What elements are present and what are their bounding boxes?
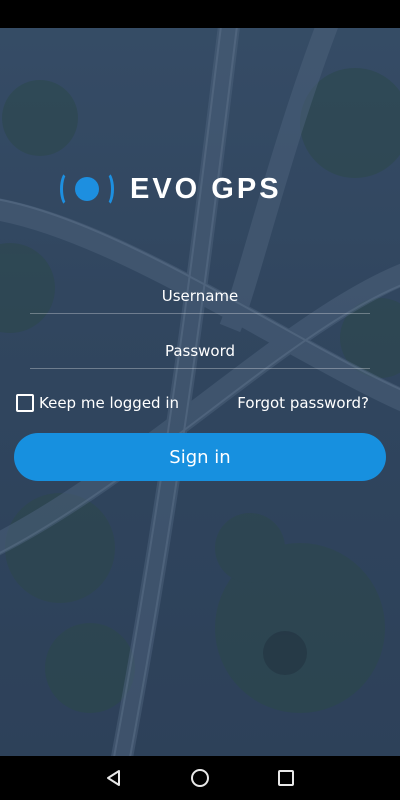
keep-logged-in-label[interactable]: Keep me logged in — [39, 394, 179, 412]
signal-icon — [58, 168, 116, 210]
system-nav-bar — [0, 756, 400, 800]
home-button[interactable] — [157, 756, 243, 800]
brand-name: EVO GPS — [130, 172, 282, 205]
square-recents-icon — [278, 770, 294, 786]
forgot-password-link[interactable]: Forgot password? — [237, 394, 369, 412]
circle-home-icon — [191, 769, 209, 787]
triangle-back-icon — [107, 770, 120, 786]
login-screen: EVO GPS Keep me logged in Forgot passwor… — [0, 28, 400, 756]
recents-button[interactable] — [243, 756, 329, 800]
username-input[interactable] — [30, 278, 370, 313]
status-bar — [0, 0, 400, 28]
keep-logged-in-option[interactable]: Keep me logged in — [16, 394, 179, 412]
password-input[interactable] — [30, 333, 370, 368]
sign-in-button[interactable]: Sign in — [14, 433, 386, 481]
keep-logged-in-checkbox[interactable] — [16, 394, 34, 412]
back-button[interactable] — [71, 756, 157, 800]
brand-logo: EVO GPS — [58, 168, 338, 210]
password-field-container — [30, 333, 370, 369]
background-aerial-image — [0, 28, 400, 756]
username-field-container — [30, 278, 370, 314]
